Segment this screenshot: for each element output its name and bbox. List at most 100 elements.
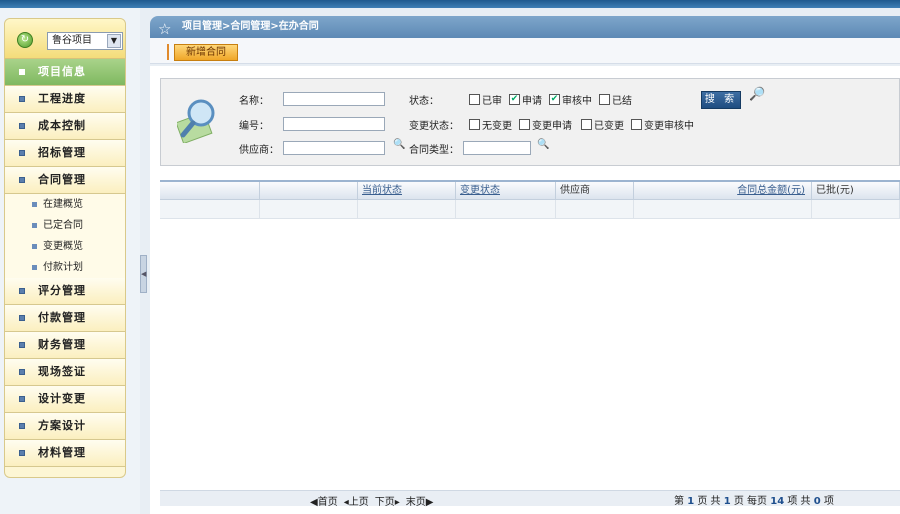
contract-table: 当前状态 变更状态 供应商 合同总金额(元) 已批(元): [160, 180, 900, 219]
project-select[interactable]: 鲁谷项目 ▼: [47, 32, 123, 50]
table-cell: [634, 200, 812, 218]
checkbox-label: 已审: [482, 96, 502, 107]
sidebar-item[interactable]: 项目信息: [5, 59, 125, 86]
sidebar-item[interactable]: 评分管理: [5, 278, 125, 305]
sidebar-subitem-label: 付款计划: [43, 262, 83, 273]
sidebar-item[interactable]: 合同管理: [5, 167, 125, 194]
column-header[interactable]: 变更状态: [456, 182, 556, 199]
pager-info: 第 1 页 共 1 页 每页 14 项 共 0 项: [674, 492, 834, 507]
name-input[interactable]: [283, 92, 385, 106]
sidebar-header: ↻ 鲁谷项目 ▼: [5, 19, 125, 59]
checkbox-label: 变更审核中: [644, 121, 694, 132]
supplier-input[interactable]: [283, 141, 385, 155]
new-contract-button[interactable]: 新增合同: [174, 44, 238, 61]
checkbox[interactable]: [599, 94, 610, 105]
pager-text: 第: [674, 496, 684, 507]
sidebar-item[interactable]: 付款管理: [5, 305, 125, 332]
sidebar-item-label: 设计变更: [38, 392, 86, 405]
bullet-icon: [19, 177, 25, 183]
pager-text: 项 共: [787, 496, 811, 507]
checkbox-label: 已变更: [594, 121, 624, 132]
bullet-icon: [19, 342, 25, 348]
prev-page-label: 上页: [348, 497, 369, 508]
per-page: 14: [770, 496, 785, 507]
last-page-link[interactable]: 末页▶: [406, 493, 434, 508]
bullet-icon: [19, 423, 25, 429]
next-page-label: 下页: [374, 497, 395, 508]
checkbox-option[interactable]: 变更申请: [519, 117, 572, 132]
contract-type-input[interactable]: [463, 141, 531, 155]
search-button[interactable]: 搜 索: [701, 91, 741, 109]
sidebar-item-label: 评分管理: [38, 284, 86, 297]
sidebar-item-label: 方案设计: [38, 419, 86, 432]
checkbox[interactable]: ✔: [509, 94, 520, 105]
checkbox-option[interactable]: 变更审核中: [631, 117, 694, 132]
supplier-label: 供应商：: [239, 145, 279, 156]
sidebar-item[interactable]: 财务管理: [5, 332, 125, 359]
breadcrumb-text: 项目管理>合同管理>在办合同: [182, 21, 319, 32]
checkbox[interactable]: ✔: [549, 94, 560, 105]
advanced-search-icon[interactable]: 🔎: [749, 87, 765, 102]
supplier-lookup-icon[interactable]: 🔍: [393, 139, 405, 150]
column-header[interactable]: 合同总金额(元): [634, 182, 812, 199]
sidebar-item[interactable]: 成本控制: [5, 113, 125, 140]
name-label: 名称：: [239, 96, 269, 107]
sidebar-subitem[interactable]: 在建概览: [5, 194, 125, 215]
contract-type-lookup-icon[interactable]: 🔍: [537, 139, 549, 150]
bullet-icon: [19, 69, 25, 75]
sidebar-item[interactable]: 材料管理: [5, 440, 125, 467]
sidebar-collapse-handle[interactable]: ◀: [140, 255, 147, 293]
sidebar: ↻ 鲁谷项目 ▼ 项目信息工程进度成本控制 招标管理 合同管理在建概览已定合同 变更概…: [4, 18, 126, 478]
checkbox[interactable]: [581, 119, 592, 130]
code-input[interactable]: [283, 117, 385, 131]
checkbox[interactable]: [469, 119, 480, 130]
change-status-label: 变更状态：: [409, 121, 459, 132]
bullet-icon: [19, 396, 25, 402]
checkbox-option[interactable]: 已审: [469, 92, 502, 107]
prev-page-link[interactable]: ◂上页: [344, 493, 369, 508]
sidebar-subitem[interactable]: 变更概览: [5, 236, 125, 257]
chevron-down-icon[interactable]: ▼: [107, 34, 121, 48]
breadcrumb: ☆ 项目管理>合同管理>在办合同: [150, 16, 900, 38]
checkbox[interactable]: [469, 94, 480, 105]
pager-nav: ◀首页 ◂上页 下页▸ 末页▶: [310, 493, 433, 508]
sidebar-item-label: 工程进度: [38, 92, 86, 105]
contract-panel: 名称： 编号： 供应商： 🔍 状态： 已审 ✔ 申请 ✔ 审核中 已结 变更状态： 无变更…: [150, 66, 900, 514]
bullet-icon: [32, 223, 37, 228]
sidebar-item[interactable]: 设计变更: [5, 386, 125, 413]
checkbox-label: 无变更: [482, 121, 512, 132]
project-select-value: 鲁谷项目: [52, 35, 92, 46]
star-icon: ☆: [158, 20, 172, 38]
table-cell: [556, 200, 634, 218]
checkbox-option[interactable]: 无变更: [469, 117, 512, 132]
checkbox-option[interactable]: 已结: [599, 92, 632, 107]
sidebar-menu: 项目信息工程进度成本控制 招标管理 合同管理在建概览已定合同 变更概览付款计划评分管理…: [5, 59, 125, 467]
checkbox[interactable]: [519, 119, 530, 130]
checkbox-option[interactable]: ✔ 审核中: [549, 92, 592, 107]
sidebar-subitem[interactable]: 付款计划: [5, 257, 125, 278]
app-logo-icon: ↻: [17, 32, 33, 48]
bullet-icon: [19, 288, 25, 294]
next-page-link[interactable]: 下页▸: [375, 493, 400, 508]
pager-text: 页 每页: [733, 496, 768, 507]
column-header[interactable]: 当前状态: [358, 182, 456, 199]
last-page-label: 末页: [405, 497, 426, 508]
sidebar-item[interactable]: 招标管理: [5, 140, 125, 167]
main-content: ☆ 项目管理>合同管理>在办合同 新增合同 名称： 编号： 供应商： 🔍 状态：…: [150, 16, 900, 514]
code-label: 编号：: [239, 121, 269, 132]
checkbox[interactable]: [631, 119, 642, 130]
first-page-link[interactable]: ◀首页: [310, 493, 338, 508]
sidebar-item[interactable]: 方案设计: [5, 413, 125, 440]
sidebar-subitem[interactable]: 已定合同: [5, 215, 125, 236]
checkbox-label: 申请: [522, 96, 542, 107]
checkbox-option[interactable]: 已变更: [581, 117, 624, 132]
table-row: [160, 200, 900, 219]
checkbox-option[interactable]: ✔ 申请: [509, 92, 542, 107]
total-items: 0: [813, 496, 821, 507]
bullet-icon: [19, 150, 25, 156]
sidebar-item[interactable]: 现场签证: [5, 359, 125, 386]
sidebar-subitem-label: 在建概览: [43, 199, 83, 210]
first-page-label: 首页: [317, 497, 338, 508]
status-label: 状态：: [409, 96, 439, 107]
sidebar-item[interactable]: 工程进度: [5, 86, 125, 113]
